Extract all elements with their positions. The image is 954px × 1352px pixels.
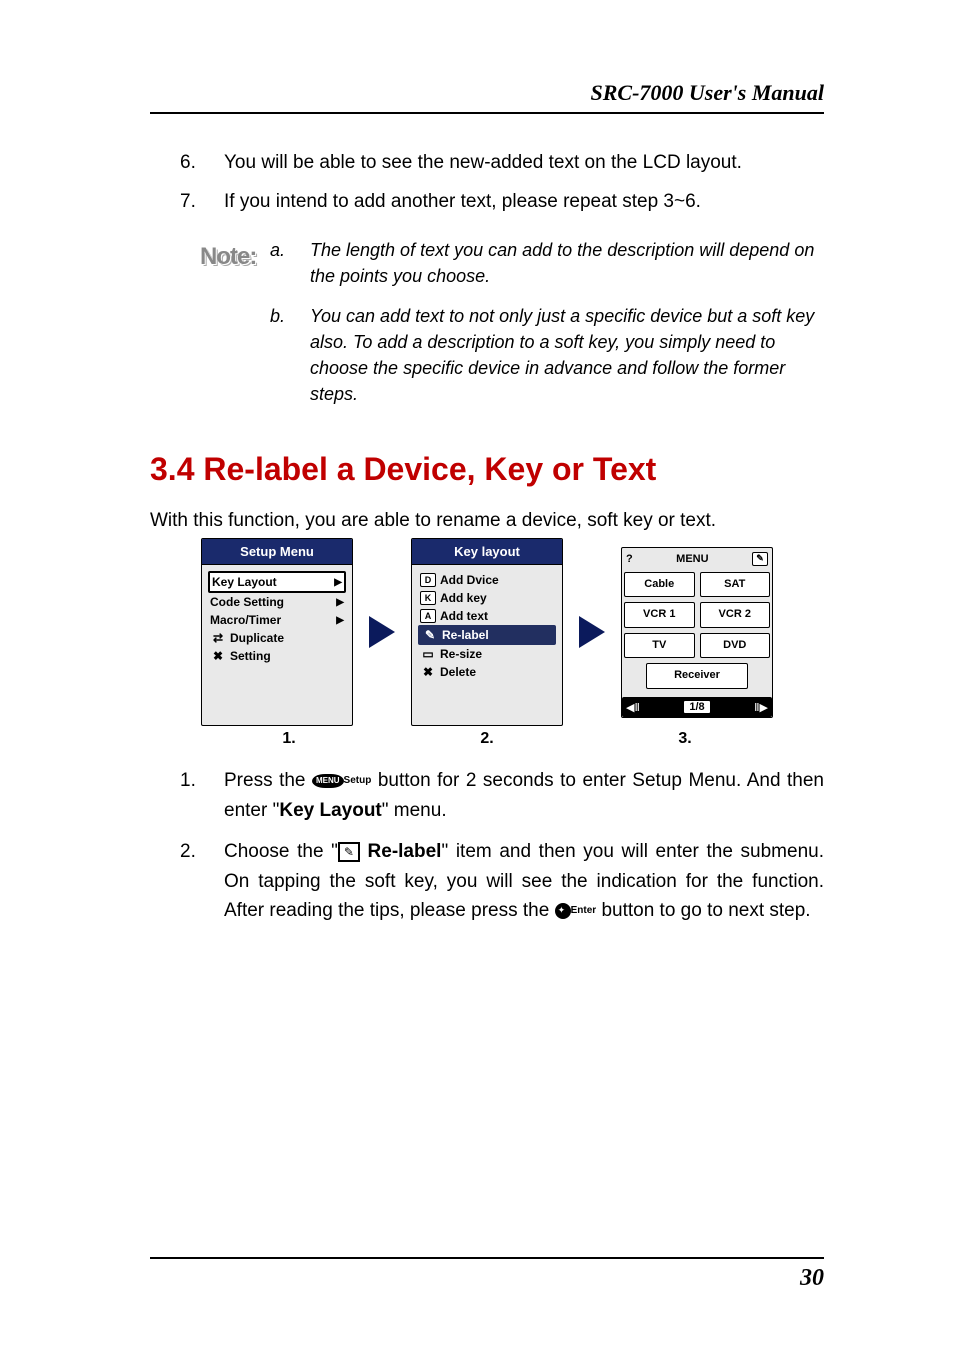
chevron-right-icon: ▶ [336,597,344,608]
list-text: You will be able to see the new-added te… [224,148,742,177]
menu-item-add-key: K Add key [418,589,556,607]
menu-button-icon: MENU [312,774,344,788]
section-title: 3.4 Re-label a Device, Key or Text [150,451,824,488]
chevron-right-icon: ▶ [336,615,344,626]
bold-relabel: Re-label [360,841,442,862]
note-letter: a. [270,237,310,289]
pager-next-icon: Ⅱ▶ [754,701,768,714]
x-icon: ✖ [420,665,436,679]
k-icon: K [420,591,436,605]
screen-title: Setup Menu [202,539,352,565]
d-icon: D [420,573,436,587]
note-block: Note: a. The length of text you can add … [150,237,824,422]
list-item: 6. You will be able to see the new-added… [180,148,824,177]
list-number: 7. [180,187,224,216]
bold-key-layout: Key Layout [279,800,381,821]
screen-device-grid: ? MENU ✎ Cable SAT VCR 1 VCR 2 TV DVD Re… [621,547,773,718]
menu-item-resize: ▭ Re-size [418,645,556,663]
menu-item-key-layout: Key Layout▶ [208,571,346,593]
menu-item-add-device: D Add Dvice [418,571,556,589]
setup-label: Setup [344,776,372,787]
note-item: b. You can add text to not only just a s… [270,303,824,407]
device-tv: TV [624,633,695,659]
steps-list: 1. Press the MENUSetup button for 2 seco… [180,766,824,925]
device-sat: SAT [700,572,771,598]
menu-item-delete: ✖ Delete [418,663,556,681]
section-intro: With this function, you are able to rena… [150,510,824,532]
menu-item-setting: ✖ Setting [208,647,346,665]
pencil-icon: ✎ [422,628,438,642]
note-icon: Note: [150,237,270,271]
step-item: 1. Press the MENUSetup button for 2 seco… [180,766,824,825]
list-number: 6. [180,148,224,177]
screen-setup-menu: Setup Menu Key Layout▶ Code Setting▶ Mac… [201,538,353,726]
page-footer: 30 [150,1257,824,1292]
device-receiver: Receiver [646,663,748,689]
swap-icon: ⇄ [210,631,226,645]
list-item: 7. If you intend to add another text, pl… [180,187,824,216]
device-dvd: DVD [700,633,771,659]
page-header: SRC-7000 User's Manual [150,80,824,114]
caption: 3. [678,730,691,748]
a-icon: A [420,609,436,623]
caption: 1. [282,730,295,748]
pencil-icon: ✎ [338,842,360,862]
pager-prev-icon: ◀Ⅱ [626,701,640,714]
device-vcr2: VCR 2 [700,602,771,628]
menu-item-add-text: A Add text [418,607,556,625]
menu-item-relabel: ✎ Re-label [418,625,556,645]
arrow-right-icon [369,616,395,648]
edit-icon: ✎ [752,552,768,566]
menu-item-code-setting: Code Setting▶ [208,593,346,611]
page-number: 30 [800,1265,824,1291]
device-cable: Cable [624,572,695,598]
screen-title: Key layout [412,539,562,565]
step-number: 1. [180,766,224,825]
help-icon: ? [626,553,633,565]
note-text: You can add text to not only just a spec… [310,303,824,407]
step-body: Choose the "✎ Re-label" item and then yo… [224,837,824,925]
chevron-right-icon: ▶ [334,577,342,588]
note-list: a. The length of text you can add to the… [270,237,824,422]
note-text: The length of text you can add to the de… [310,237,824,289]
note-letter: b. [270,303,310,407]
menu-item-macro-timer: Macro/Timer▶ [208,611,346,629]
menu-item-duplicate: ⇄ Duplicate [208,629,346,647]
step-body: Press the MENUSetup button for 2 seconds… [224,766,824,825]
step-number: 2. [180,837,224,925]
pager: ◀Ⅱ 1/8 Ⅱ▶ [622,697,772,717]
enter-button-icon [555,903,571,919]
figure-captions: 1. 2. 3. [150,730,824,748]
header-title: SRC-7000 User's Manual [590,80,824,105]
screenshot-row: Setup Menu Key Layout▶ Code Setting▶ Mac… [150,538,824,726]
pager-page: 1/8 [683,700,710,714]
menu-label: MENU [676,553,708,565]
resize-icon: ▭ [420,647,436,661]
screen-key-layout: Key layout D Add Dvice K Add key A Add t… [411,538,563,726]
note-label: Note: [200,243,256,270]
x-icon: ✖ [210,649,226,663]
enter-label: Enter [571,905,597,916]
continuation-list: 6. You will be able to see the new-added… [180,148,824,217]
note-item: a. The length of text you can add to the… [270,237,824,289]
arrow-right-icon [579,616,605,648]
step-item: 2. Choose the "✎ Re-label" item and then… [180,837,824,925]
list-text: If you intend to add another text, pleas… [224,187,701,216]
device-vcr1: VCR 1 [624,602,695,628]
screen-topbar: ? MENU ✎ [622,548,772,570]
caption: 2. [480,730,493,748]
